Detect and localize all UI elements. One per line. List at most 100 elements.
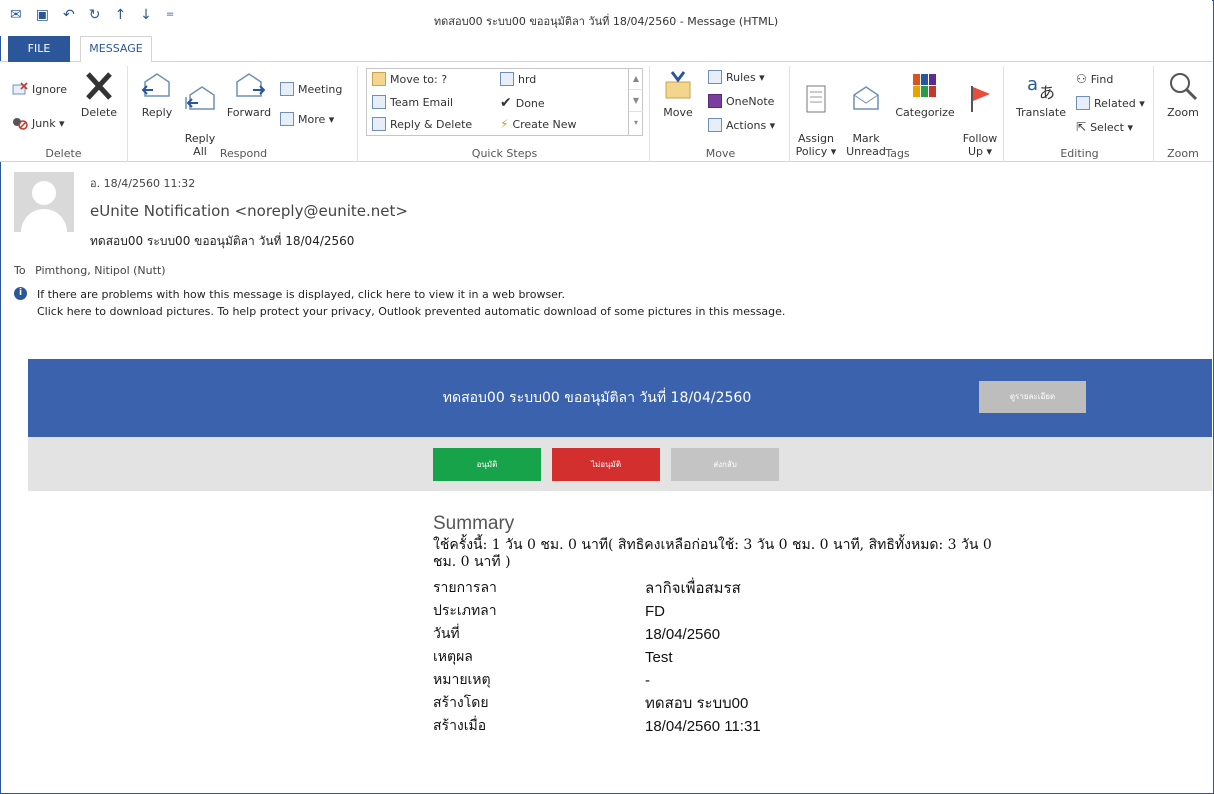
row-value: - bbox=[645, 672, 650, 689]
related-label: Related ▾ bbox=[1094, 96, 1145, 110]
checkmark-icon: ✔ bbox=[500, 95, 512, 111]
quickstep-label: Move to: ? bbox=[390, 72, 448, 86]
quick-steps-scroll[interactable]: ▲ ▼ ▾ bbox=[628, 68, 643, 136]
scroll-down-icon[interactable]: ▼ bbox=[629, 90, 643, 112]
approve-button[interactable]: อนุมัติ bbox=[433, 448, 541, 481]
assign-policy-button[interactable]: Assign Policy ▾ bbox=[794, 70, 838, 158]
zoom-label: Zoom bbox=[1167, 106, 1199, 119]
ribbon: Ignore Junk ▾ Delete Delete Reply Reply … bbox=[0, 62, 1212, 162]
return-button[interactable]: ส่งกลับ bbox=[671, 448, 779, 481]
forward-icon bbox=[236, 73, 265, 97]
reply-all-button[interactable]: Reply All bbox=[180, 70, 220, 158]
quickstep-done[interactable]: ✔ Done bbox=[500, 95, 545, 111]
message-sender[interactable]: eUnite Notification <noreply@eunite.net> bbox=[90, 202, 408, 220]
row-value: FD bbox=[645, 603, 665, 620]
actions-label: Actions ▾ bbox=[726, 118, 776, 132]
reject-button[interactable]: ไม่อนุมัติ bbox=[552, 448, 660, 481]
message-recipients: To Pimthong, Nitipol (Nutt) bbox=[14, 264, 166, 277]
group-label-editing: Editing bbox=[1060, 147, 1099, 160]
lightning-icon: ⚡ bbox=[500, 117, 509, 131]
group-label-move: Move bbox=[705, 147, 736, 160]
rules-icon bbox=[708, 70, 722, 84]
onenote-button[interactable]: OneNote bbox=[708, 94, 774, 108]
message-date: อ. 18/4/2560 11:32 bbox=[90, 177, 196, 190]
quickstep-move-to[interactable]: Move to: ? bbox=[372, 72, 447, 86]
row-key: สร้างโดย bbox=[433, 695, 489, 711]
view-in-browser-notice[interactable]: If there are problems with how this mess… bbox=[37, 288, 565, 301]
row-value: Test bbox=[645, 649, 673, 666]
reply-button[interactable]: Reply bbox=[138, 70, 176, 119]
row-value: ทดสอบ ระบบ00 bbox=[645, 695, 749, 712]
rules-button[interactable]: Rules ▾ bbox=[708, 70, 765, 84]
summary-row: เหตุผล Test bbox=[433, 646, 1053, 669]
move-label: Move bbox=[663, 106, 693, 119]
forward-mail-icon bbox=[500, 72, 514, 86]
quickstep-create-new[interactable]: ⚡ Create New bbox=[500, 117, 576, 131]
follow-up-button[interactable]: Follow Up ▾ bbox=[960, 70, 1000, 158]
folder-icon bbox=[372, 72, 386, 86]
sender-avatar bbox=[14, 172, 74, 232]
translate-button[interactable]: aあ Translate bbox=[1014, 70, 1068, 119]
quickstep-label: Done bbox=[515, 96, 545, 110]
row-key: รายการลา bbox=[433, 580, 497, 596]
select-label: Select ▾ bbox=[1090, 120, 1134, 134]
quickstep-hrd[interactable]: hrd bbox=[500, 72, 536, 86]
download-pictures-notice[interactable]: Click here to download pictures. To help… bbox=[37, 305, 785, 318]
meeting-icon bbox=[280, 82, 294, 96]
junk-button[interactable]: Junk ▾ bbox=[12, 116, 65, 130]
row-value: ลากิจเพื่อสมรส bbox=[645, 580, 741, 597]
quickstep-label: hrd bbox=[518, 72, 537, 86]
tab-file[interactable]: FILE bbox=[8, 36, 70, 62]
mark-unread-icon bbox=[853, 86, 879, 110]
ignore-button[interactable]: Ignore bbox=[12, 82, 67, 96]
info-icon: i bbox=[14, 287, 27, 300]
group-label-tags: Tags bbox=[885, 147, 910, 160]
meeting-label: Meeting bbox=[298, 82, 343, 96]
avatar-head bbox=[32, 181, 56, 205]
magnifier-icon bbox=[1170, 73, 1198, 101]
reply-delete-icon bbox=[372, 117, 386, 131]
find-button[interactable]: ⚇ Find bbox=[1076, 72, 1113, 86]
reply-all-icon bbox=[185, 86, 215, 110]
delete-button[interactable]: Delete bbox=[78, 70, 120, 119]
delete-x-icon bbox=[86, 72, 112, 100]
more-button[interactable]: More ▾ bbox=[280, 112, 334, 126]
scroll-up-icon[interactable]: ▲ bbox=[629, 68, 643, 90]
expand-icon[interactable]: ▾ bbox=[629, 112, 643, 134]
more-label: More ▾ bbox=[298, 112, 335, 126]
tab-message[interactable]: MESSAGE bbox=[80, 36, 152, 63]
quickstep-label: Team Email bbox=[390, 95, 454, 109]
zoom-button[interactable]: Zoom bbox=[1162, 70, 1204, 119]
summary-table: รายการลา ลากิจเพื่อสมรส ประเภทลา FD วันที่… bbox=[433, 577, 1053, 738]
group-tags: Assign Policy ▾ Mark Unread Categorize F… bbox=[792, 66, 1004, 162]
flag-icon bbox=[971, 86, 990, 112]
group-zoom: Zoom Zoom bbox=[1156, 66, 1210, 162]
group-label-respond: Respond bbox=[219, 147, 268, 160]
related-button[interactable]: Related ▾ bbox=[1076, 96, 1145, 110]
select-button[interactable]: ⇱ Select ▾ bbox=[1076, 120, 1133, 134]
move-button[interactable]: Move bbox=[658, 70, 698, 119]
quickstep-team-email[interactable]: Team Email bbox=[372, 95, 453, 109]
actions-button[interactable]: Actions ▾ bbox=[708, 118, 775, 132]
mark-unread-button[interactable]: Mark Unread bbox=[844, 70, 888, 158]
title-bar: ✉ ▣ ↶ ↻ ↑ ↓ = ทดสอบ00 ระบบ00 ขออนุมัติลา… bbox=[0, 0, 1212, 36]
recipient-name[interactable]: Pimthong, Nitipol (Nutt) bbox=[35, 264, 165, 277]
message-subject: ทดสอบ00 ระบบ00 ขออนุมัติลา วันที่ 18/04/… bbox=[90, 234, 355, 248]
summary-row: สร้างโดย ทดสอบ ระบบ00 bbox=[433, 692, 1053, 715]
summary-row: สร้างเมื่อ 18/04/2560 11:31 bbox=[433, 715, 1053, 738]
to-label: To bbox=[14, 264, 26, 277]
window-title: ทดสอบ00 ระบบ00 ขออนุมัติลา วันที่ 18/04/… bbox=[433, 15, 779, 28]
junk-label: Junk ▾ bbox=[32, 116, 65, 130]
email-banner: ทดสอบ00 ระบบ00 ขออนุมัติลา วันที่ 18/04/… bbox=[28, 359, 1212, 437]
row-key: หมายเหตุ bbox=[433, 672, 491, 688]
categorize-button[interactable]: Categorize bbox=[892, 70, 958, 119]
forward-button[interactable]: Forward bbox=[224, 70, 274, 119]
group-label-delete: Delete bbox=[45, 147, 82, 160]
summary-row: หมายเหตุ - bbox=[433, 669, 1053, 692]
ignore-label: Ignore bbox=[32, 82, 67, 96]
summary-row: ประเภทลา FD bbox=[433, 600, 1053, 623]
quickstep-reply-delete[interactable]: Reply & Delete bbox=[372, 117, 472, 131]
view-details-button[interactable]: ดูรายละเอียด bbox=[979, 381, 1086, 413]
meeting-button[interactable]: Meeting bbox=[280, 82, 342, 96]
group-editing: aあ Translate ⚇ Find Related ▾ ⇱ Select ▾… bbox=[1006, 66, 1154, 162]
